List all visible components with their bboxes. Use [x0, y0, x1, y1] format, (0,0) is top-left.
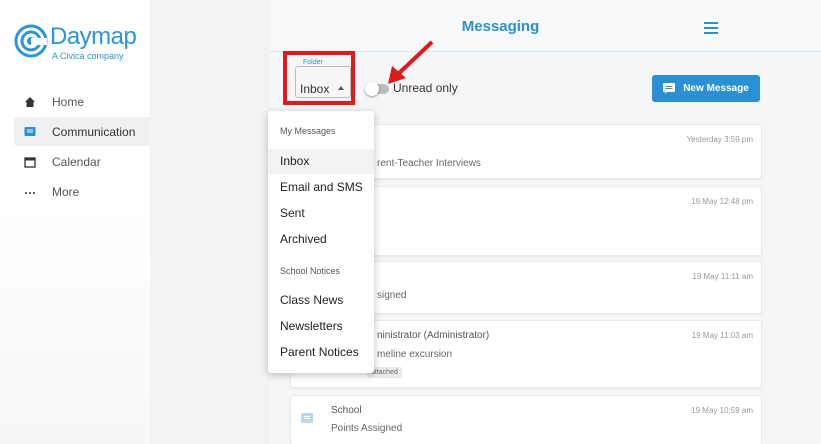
dropdown-item-sent[interactable]: Sent [268, 201, 374, 226]
message-time: 19 May 11:03 am [691, 331, 753, 340]
dropdown-item-inbox[interactable]: Inbox [268, 149, 374, 174]
message-sender: ninistrator (Administrator) [377, 330, 490, 341]
message-time: 19 May 12:48 pm [691, 197, 753, 206]
dropdown-item-class-news[interactable]: Class News [268, 288, 374, 313]
daymap-logo[interactable]: Daymap A Civica company [14, 22, 144, 66]
message-subject: meline excursion [377, 349, 453, 360]
message-subject: rent-Teacher Interviews [377, 158, 481, 169]
message-time: Yesterday 3:59 pm [686, 135, 753, 144]
sidebar-nav: Home Communication Calendar More [14, 87, 152, 207]
page-header: Messaging [270, 0, 821, 52]
dropdown-item-parent-notices[interactable]: Parent Notices [268, 340, 374, 365]
page-title: Messaging [461, 18, 540, 35]
sidebar-item-label: Calendar [52, 154, 101, 169]
message-time: 19 May 11:11 am [692, 272, 753, 281]
sidebar-background [0, 200, 150, 444]
message-icon [22, 124, 38, 140]
sidebar-item-home[interactable]: Home [14, 87, 152, 116]
sidebar-item-label: More [52, 184, 80, 199]
sidebar-item-label: Communication [52, 124, 136, 139]
calendar-icon [22, 154, 38, 170]
more-icon [22, 184, 38, 200]
attachment-badge-label: attached [371, 369, 398, 376]
home-icon [22, 94, 38, 110]
dropdown-item-archived[interactable]: Archived [268, 227, 374, 252]
sidebar-item-communication[interactable]: Communication [14, 117, 152, 146]
sidebar-item-calendar[interactable]: Calendar [14, 147, 152, 176]
daymap-logo-icon [14, 24, 48, 58]
dropdown-item-email-sms[interactable]: Email and SMS [268, 175, 374, 200]
dropdown-item-newsletters[interactable]: Newsletters [268, 314, 374, 339]
main-left-background [150, 0, 270, 444]
list-item[interactable]: 19 May 10:59 am School Points Assigned [290, 395, 762, 444]
message-subject: signed [377, 290, 407, 301]
dropdown-section-school-notices: School Notices [280, 266, 341, 276]
brand-name: Daymap [50, 23, 137, 50]
annotation-highlight-box [283, 51, 355, 105]
compose-message-icon [663, 83, 676, 94]
brand-tagline: A Civica company [52, 51, 124, 61]
folder-dropdown-menu: My Messages Inbox Email and SMS Sent Arc… [268, 111, 374, 373]
message-time: 19 May 10:59 am [691, 406, 753, 415]
message-sender: School [331, 405, 362, 416]
toggle-knob [365, 82, 379, 96]
hamburger-menu-icon[interactable] [704, 22, 718, 34]
annotation-arrow [388, 40, 434, 84]
sidebar: Daymap A Civica company Home Communicati… [0, 0, 152, 444]
new-message-label: New Message [683, 83, 749, 94]
sidebar-item-label: Home [52, 94, 85, 109]
new-message-button[interactable]: New Message [652, 75, 760, 102]
sidebar-item-more[interactable]: More [14, 177, 152, 206]
dropdown-section-my-messages: My Messages [280, 126, 336, 136]
message-subject: Points Assigned [331, 423, 403, 434]
message-icon [301, 413, 313, 423]
